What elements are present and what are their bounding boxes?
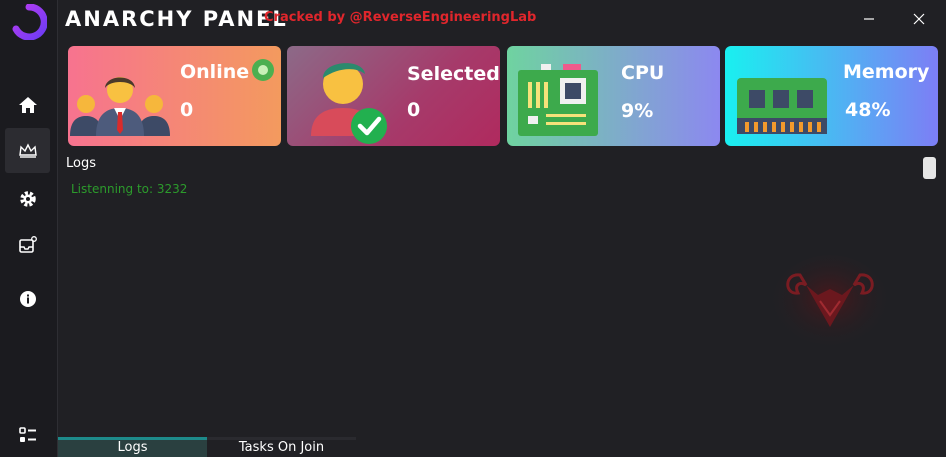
close-button[interactable] — [909, 9, 929, 29]
memory-card: Memory 48% — [725, 46, 938, 146]
cpu-card: CPU 9% — [507, 46, 720, 146]
tab-tasks-on-join[interactable]: Tasks On Join — [207, 437, 356, 457]
sidebar-item-clients[interactable] — [5, 128, 50, 173]
selected-user-icon — [311, 63, 387, 144]
inbox-settings-icon — [18, 235, 37, 253]
app-logo-icon — [12, 4, 47, 40]
minimize-button[interactable] — [859, 9, 879, 29]
selected-card: Selected 0 — [287, 46, 500, 146]
sidebar-item-menu[interactable] — [5, 412, 50, 457]
home-icon — [18, 96, 37, 113]
info-icon — [19, 290, 36, 307]
online-label: Online — [180, 61, 250, 83]
logs-scrollbar[interactable] — [923, 157, 936, 179]
ram-skull-emblem-icon — [772, 255, 888, 351]
list-icon — [18, 426, 36, 442]
memory-label: Memory — [843, 61, 930, 83]
sidebar-item-home[interactable] — [5, 82, 50, 127]
crown-icon — [18, 142, 37, 158]
cpu-usage: 9% — [621, 100, 654, 122]
online-count: 0 — [180, 99, 194, 121]
sidebar-item-about[interactable] — [5, 276, 50, 321]
gear-icon — [19, 190, 36, 207]
online-card: Online 0 — [68, 46, 281, 146]
memory-usage: 48% — [845, 99, 891, 121]
log-line: Listenning to: 3232 — [71, 182, 188, 196]
bottom-tabs: Logs Tasks On Join — [58, 437, 358, 457]
users-group-icon — [70, 77, 170, 136]
tab-logs[interactable]: Logs — [58, 437, 207, 457]
status-dot-icon — [252, 59, 274, 81]
logs-title: Logs — [66, 156, 96, 171]
app-title: ANARCHY PANEL — [65, 7, 288, 31]
selected-label: Selected — [407, 63, 500, 85]
cracked-by-label: Cracked by @ReverseEngineeringLab — [264, 10, 537, 25]
sidebar-item-builder[interactable] — [5, 222, 50, 267]
cpu-label: CPU — [621, 62, 665, 84]
sidebar-item-settings[interactable] — [5, 176, 50, 221]
close-icon — [913, 13, 925, 25]
minimize-icon — [864, 18, 874, 20]
motherboard-icon — [518, 64, 598, 136]
selected-count: 0 — [407, 99, 421, 121]
sidebar — [0, 0, 58, 457]
ram-icon — [737, 78, 827, 134]
